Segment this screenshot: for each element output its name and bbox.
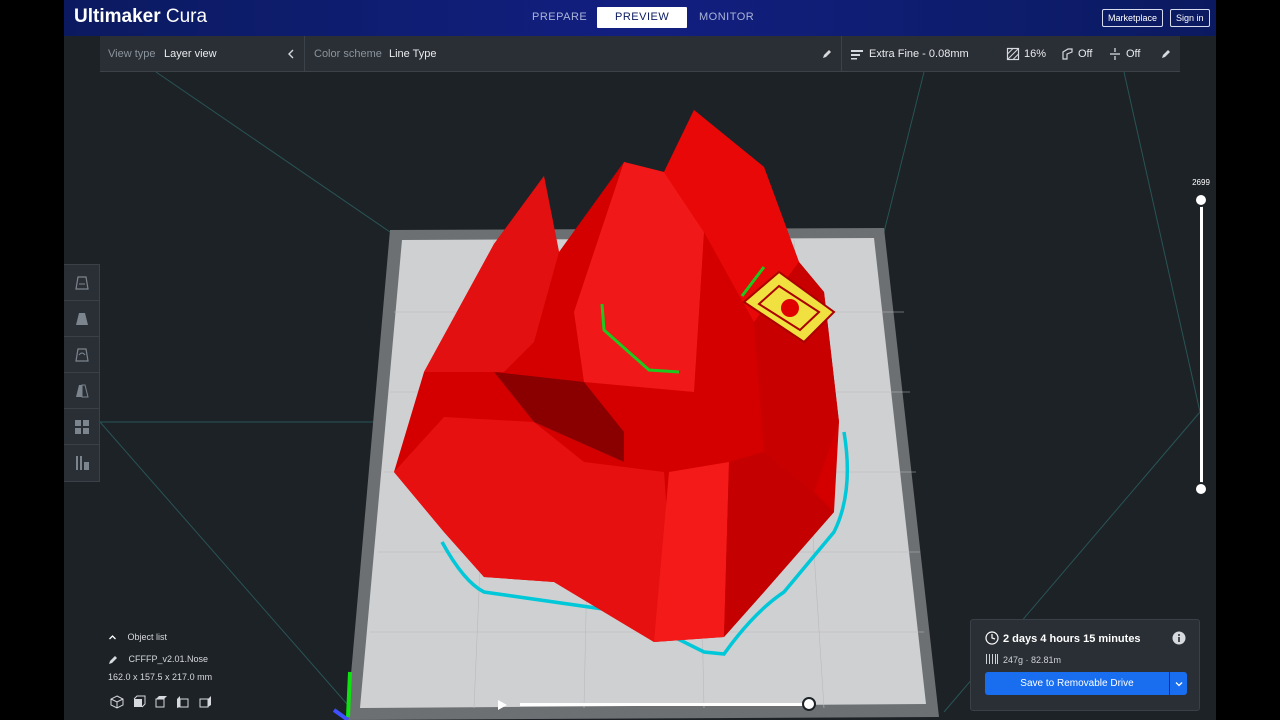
support-value: Off <box>1078 48 1093 60</box>
front-view-icon[interactable] <box>132 695 146 709</box>
object-list-toggle[interactable]: Object list <box>108 632 167 642</box>
3d-view-icon[interactable] <box>110 695 124 709</box>
per-model-settings-icon <box>74 419 89 434</box>
layer-slider-track[interactable] <box>1200 200 1203 490</box>
object-list-item[interactable]: CFFFP_v2.01.Nose <box>108 654 208 665</box>
pencil-icon <box>109 655 117 664</box>
play-icon[interactable] <box>495 698 509 712</box>
color-scheme-selector[interactable]: Color scheme Line Type <box>305 36 842 72</box>
simulation-slider-handle[interactable] <box>802 697 816 711</box>
print-settings-selector[interactable]: Extra Fine - 0.08mm 16% Off Off <box>842 36 1180 72</box>
adhesion-value: Off <box>1126 48 1141 60</box>
save-to-removable-drive-button[interactable]: Save to Removable Drive <box>985 672 1169 695</box>
top-view-icon[interactable] <box>154 695 168 709</box>
y-axis-indicator <box>346 671 352 718</box>
view-type-selector[interactable]: View type Layer view <box>100 36 305 72</box>
print-time: 2 days 4 hours 15 minutes <box>1003 633 1141 645</box>
per-model-settings-button[interactable] <box>64 409 99 445</box>
app-logo: Ultimaker Cura <box>74 6 207 28</box>
pencil-icon[interactable] <box>820 47 834 61</box>
print-info-panel: 2 days 4 hours 15 minutes 247g · 82.81m … <box>970 619 1200 711</box>
cura-window: Ultimaker Cura PREPARE PREVIEW MONITOR M… <box>64 0 1216 720</box>
marketplace-button[interactable]: Marketplace <box>1102 9 1164 27</box>
chevron-up-icon <box>109 635 116 640</box>
layer-slider-lower-handle[interactable] <box>1194 482 1208 496</box>
profile-layers-icon <box>851 50 863 60</box>
layer-number-badge[interactable]: 2699 <box>1188 176 1214 189</box>
logo-brand: Ultimaker <box>74 6 161 27</box>
view-type-value: Layer view <box>164 48 217 60</box>
material-usage: 247g · 82.81m <box>1003 655 1062 665</box>
layer-slider[interactable]: 2699 <box>1184 174 1216 504</box>
scale-tool-button[interactable] <box>64 301 99 337</box>
clock-icon <box>985 631 999 645</box>
infill-value: 16% <box>1024 48 1047 60</box>
info-icon[interactable] <box>1172 631 1186 645</box>
save-options-dropdown[interactable] <box>1170 672 1187 695</box>
support-icon <box>1062 48 1073 60</box>
chevron-left-icon[interactable] <box>284 47 298 61</box>
tool-panel <box>64 264 100 482</box>
rotate-tool-icon <box>74 347 89 362</box>
support-blocker-icon <box>75 456 89 470</box>
adhesion-icon <box>1110 48 1120 60</box>
object-list-label: Object list <box>127 632 168 642</box>
scale-tool-icon <box>75 312 88 325</box>
color-scheme-value: Line Type <box>389 48 437 60</box>
left-view-icon[interactable] <box>176 695 190 709</box>
layer-slider-upper-handle[interactable] <box>1194 193 1208 207</box>
move-tool-icon <box>74 275 89 290</box>
rotate-tool-button[interactable] <box>64 337 99 373</box>
app-header: Ultimaker Cura PREPARE PREVIEW MONITOR M… <box>64 0 1216 36</box>
mirror-tool-icon <box>75 384 89 397</box>
logo-product: Cura <box>165 6 208 27</box>
mirror-tool-button[interactable] <box>64 373 99 409</box>
z-axis-indicator <box>332 708 350 720</box>
move-tool-button[interactable] <box>64 265 99 301</box>
infill-icon <box>1006 47 1020 61</box>
tab-prepare[interactable]: PREPARE <box>514 7 605 28</box>
view-type-label: View type <box>108 48 156 60</box>
object-name: CFFFP_v2.01.Nose <box>128 654 209 664</box>
sign-in-button[interactable]: Sign in <box>1170 9 1210 27</box>
pencil-icon[interactable] <box>1159 47 1173 61</box>
object-dimensions: 162.0 x 157.5 x 217.0 mm <box>108 672 213 682</box>
tab-preview[interactable]: PREVIEW <box>597 7 688 28</box>
filament-spool-icon <box>986 654 998 664</box>
simulation-slider-track[interactable] <box>520 703 810 706</box>
color-scheme-label: Color scheme <box>314 48 382 60</box>
tab-monitor[interactable]: MONITOR <box>681 7 772 28</box>
profile-label: Extra Fine - 0.08mm <box>869 48 969 60</box>
stage-menu-bar: View type Layer view Color scheme Line T… <box>100 36 1180 72</box>
chevron-down-icon <box>1175 681 1182 686</box>
support-blocker-button[interactable] <box>64 445 99 481</box>
right-view-icon[interactable] <box>198 695 212 709</box>
